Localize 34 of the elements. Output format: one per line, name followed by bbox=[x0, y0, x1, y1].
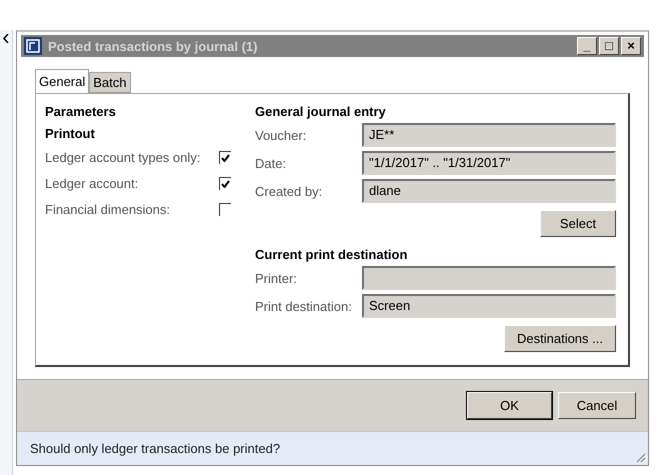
resize-grip-icon[interactable] bbox=[634, 450, 646, 463]
input-field[interactable] bbox=[362, 266, 616, 290]
input-field[interactable]: "1/1/2017" .. "1/31/2017" bbox=[362, 151, 616, 176]
input-field[interactable]: Screen bbox=[362, 294, 616, 318]
maximize-button[interactable]: □ bbox=[599, 37, 619, 56]
tab[interactable]: Batch bbox=[89, 72, 130, 94]
option-label: Financial dimensions: bbox=[45, 202, 170, 218]
app-icon bbox=[24, 37, 42, 56]
checkbox[interactable] bbox=[219, 203, 231, 216]
section-heading: Printout bbox=[45, 126, 96, 142]
field-label: Voucher: bbox=[255, 128, 308, 143]
cancel-button[interactable]: Cancel bbox=[558, 392, 636, 420]
chevron-left-icon[interactable] bbox=[3, 34, 9, 43]
input-field[interactable]: JE** bbox=[362, 123, 616, 148]
tab[interactable]: General bbox=[35, 69, 90, 94]
checkbox[interactable] bbox=[219, 177, 231, 190]
section-heading: Current print destination bbox=[255, 247, 408, 262]
option-label: Ledger account types only: bbox=[45, 150, 200, 166]
select-button[interactable]: Select bbox=[540, 210, 616, 238]
field-label: Created by: bbox=[255, 184, 324, 199]
close-button[interactable]: × bbox=[621, 37, 641, 56]
input-field[interactable]: dlane bbox=[362, 179, 616, 204]
destinations-button[interactable]: Destinations ... bbox=[504, 325, 616, 352]
ok-button[interactable]: OK bbox=[467, 392, 552, 420]
field-label: Print destination: bbox=[255, 298, 353, 314]
section-heading: Parameters bbox=[45, 104, 117, 120]
window-title: Posted transactions by journal (1) bbox=[48, 38, 258, 54]
option-label: Ledger account: bbox=[45, 176, 138, 192]
field-label: Date: bbox=[255, 156, 288, 171]
checkbox[interactable] bbox=[219, 151, 231, 164]
minimize-button[interactable]: _ bbox=[577, 37, 597, 56]
status-text: Should only ledger transactions be printed? bbox=[30, 440, 280, 456]
section-heading: General journal entry bbox=[255, 104, 387, 120]
field-label: Printer: bbox=[255, 270, 298, 286]
